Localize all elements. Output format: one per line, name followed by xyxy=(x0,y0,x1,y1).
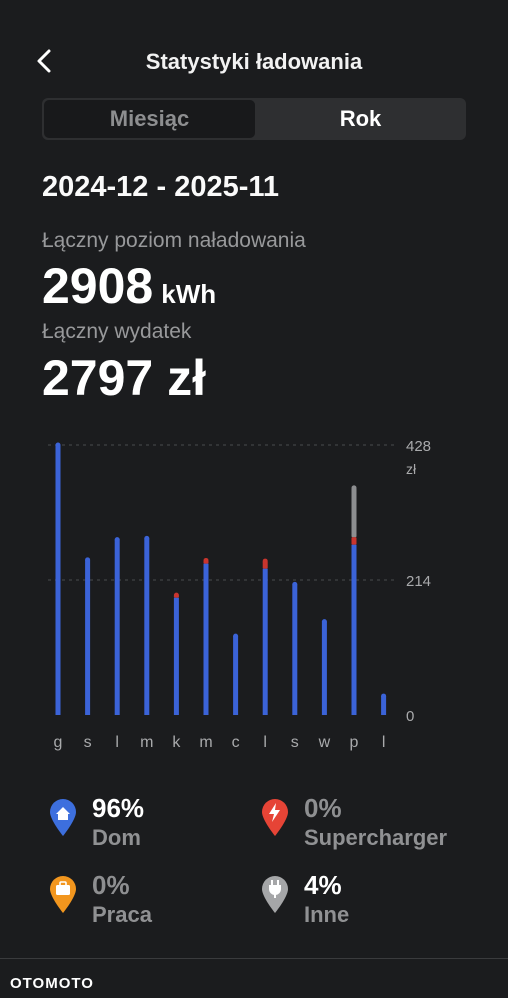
bar-cap xyxy=(321,619,327,625)
bar-segment xyxy=(85,559,91,715)
bar-segment xyxy=(351,544,357,715)
briefcase-icon xyxy=(50,876,76,913)
x-tick-label: c xyxy=(232,734,240,751)
x-tick-label: w xyxy=(318,734,331,751)
bar-segment xyxy=(173,597,179,715)
x-tick-label: s xyxy=(84,734,92,751)
bar-segment xyxy=(114,539,120,715)
bar-cap xyxy=(233,633,239,639)
other-percent: 4% xyxy=(304,870,342,900)
bar-cap xyxy=(351,485,357,491)
bar-cap xyxy=(144,535,150,541)
work-label: Praca xyxy=(92,902,152,927)
cost-total-label: Łączny wydatek xyxy=(42,320,192,343)
bar-cap xyxy=(292,581,298,587)
home-label: Dom xyxy=(92,825,141,850)
home-icon xyxy=(50,799,76,836)
bar-segment xyxy=(381,696,387,715)
page-title: Statystyki ładowania xyxy=(145,49,363,74)
x-tick-label: s xyxy=(291,734,299,751)
x-tick-label: l xyxy=(382,734,386,751)
bolt-icon xyxy=(262,799,288,836)
energy-unit: kWh xyxy=(161,279,217,309)
home-percent: 96% xyxy=(92,793,145,823)
footer-divider xyxy=(0,958,508,959)
bar-cap xyxy=(203,557,209,563)
bar-cap xyxy=(381,693,387,699)
energy-total-label: Łączny poziom naładowania xyxy=(42,229,306,252)
bar-cap xyxy=(262,558,268,564)
supercharger-percent: 0% xyxy=(304,793,342,823)
legend-home: 96% Dom xyxy=(48,793,258,861)
other-label: Inne xyxy=(304,902,350,927)
date-range: 2024-12 - 2025-11 xyxy=(42,171,280,203)
y-tick-label: 0 xyxy=(406,708,414,725)
tab-month[interactable]: Miesiąc xyxy=(44,100,255,138)
energy-total-value: 2908 xyxy=(42,258,154,314)
plug-icon xyxy=(262,876,288,913)
cost-total-value: 2797 zł xyxy=(42,350,207,406)
x-tick-label: l xyxy=(115,734,119,751)
x-tick-label: l xyxy=(263,734,267,751)
bar-cap xyxy=(85,557,91,563)
x-tick-label: p xyxy=(350,734,359,751)
x-tick-label: m xyxy=(199,734,212,751)
energy-total: 2908 kWh xyxy=(42,257,216,315)
tab-year[interactable]: Rok xyxy=(255,100,466,138)
bar-cap xyxy=(114,537,120,543)
header: Statystyki ładowania xyxy=(0,40,508,84)
bar-segment xyxy=(351,487,357,538)
supercharger-label: Supercharger xyxy=(304,825,448,850)
bar-segment xyxy=(262,568,268,715)
bar-segment xyxy=(321,621,327,715)
x-tick-label: m xyxy=(140,734,153,751)
bar-segment xyxy=(55,445,61,715)
bar-segment xyxy=(292,584,298,715)
y-unit-label: zł xyxy=(406,461,417,477)
brand-logo: OTOMOTO xyxy=(10,975,94,992)
x-tick-label: g xyxy=(54,734,63,751)
legend-other: 4% Inne xyxy=(260,870,470,938)
bar-cap xyxy=(55,442,61,448)
bar-segment xyxy=(144,538,150,715)
monthly-chart: 428 214 0 zł g s l m k m c l s w p l xyxy=(48,438,431,751)
legend-work: 0% Praca xyxy=(48,870,258,938)
work-percent: 0% xyxy=(92,870,130,900)
bar-segment xyxy=(233,636,239,715)
y-tick-label: 428 xyxy=(406,438,431,455)
legend-supercharger: 0% Supercharger xyxy=(260,793,480,861)
y-tick-label: 214 xyxy=(406,573,431,590)
x-tick-label: k xyxy=(172,734,181,751)
period-toggle: Miesiąc Rok xyxy=(42,98,466,140)
bar-segment xyxy=(203,563,209,715)
bar-cap xyxy=(173,592,179,598)
bar-segment xyxy=(351,537,357,545)
